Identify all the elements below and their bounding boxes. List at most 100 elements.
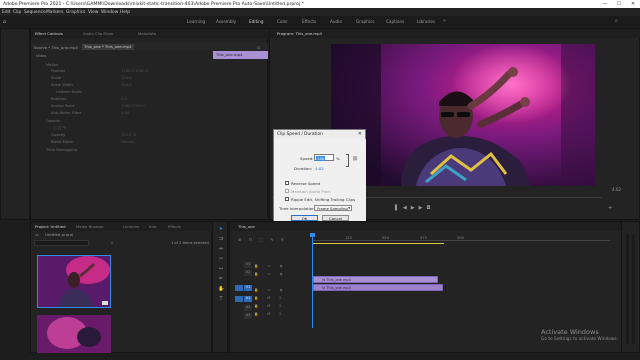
duration-value[interactable]: 4:02 <box>315 166 324 171</box>
anchor-point-value[interactable]: 1280.0 540.0 <box>121 104 146 108</box>
track-select-tool-icon[interactable]: ⇉ <box>218 236 224 242</box>
pen-tool-icon[interactable]: ✒ <box>218 276 224 282</box>
uniform-scale-row[interactable]: Uniform Scale <box>56 90 82 94</box>
speed-value: 100 <box>316 156 326 161</box>
play-icon[interactable]: ▶ <box>411 205 419 211</box>
chain-link-icon[interactable]: ⛓ <box>352 157 358 162</box>
maintain-audio-pitch-checkbox[interactable] <box>285 189 289 193</box>
clip-badge[interactable]: This_one.mp4 <box>213 51 268 59</box>
more-workspaces-icon[interactable]: » <box>443 18 446 24</box>
search-icon[interactable]: ⌕ <box>111 240 113 245</box>
track-v1-label[interactable]: V1 <box>244 285 252 291</box>
rotation-value[interactable]: 0.0 <box>121 97 127 101</box>
anti-flicker-value[interactable]: 0.00 <box>121 111 129 115</box>
audio-meter-left <box>626 234 629 344</box>
timeline-tool-icons[interactable]: ⊕ ⊓ ⬚ ✎ ⚲ <box>238 237 287 242</box>
hand-tool-icon[interactable]: ✋ <box>218 286 224 292</box>
clip-header[interactable]: This_one * This_one.mp4 <box>82 43 134 50</box>
position-value[interactable]: 1280.0 1080.0 <box>121 69 148 73</box>
source-header[interactable]: Source * This_one.mp4 <box>34 45 78 50</box>
clip-v1[interactable]: fx This_one.mp4 <box>313 276 438 283</box>
source-patch-a1[interactable] <box>235 296 243 302</box>
project-search-input[interactable] <box>34 240 89 246</box>
workspace-assembly[interactable]: Assembly <box>216 19 236 24</box>
media-thumbnail-2[interactable] <box>37 315 111 353</box>
workspace-captions[interactable]: Captions <box>386 19 404 24</box>
maximize-button[interactable]: ☐ <box>612 0 626 8</box>
time-ruler[interactable] <box>312 240 610 241</box>
workspace-graphics[interactable]: Graphics <box>356 19 375 24</box>
track-a1-label[interactable]: A1 <box>244 296 252 302</box>
reverse-speed-label: Reverse Speed <box>291 181 321 186</box>
track-v2-label[interactable]: V2 <box>244 270 252 276</box>
track-a3-label[interactable]: A3 <box>244 313 252 319</box>
scale-width-value[interactable]: 100.0 <box>121 83 132 87</box>
menu-graphics[interactable]: Graphics <box>66 10 85 15</box>
selection-tool-icon[interactable]: ➤ <box>218 226 224 232</box>
items-selected-count: 1 of 2 items selected <box>171 241 209 245</box>
time-remapping-row[interactable]: Time Remapping <box>46 148 77 152</box>
tab-effects[interactable]: Effects <box>168 224 181 229</box>
search-icon[interactable]: ⌕ <box>615 18 618 24</box>
audio-meter-panel <box>621 221 640 353</box>
scale-value[interactable]: 100.0 <box>121 76 132 80</box>
slip-tool-icon[interactable]: ↔ <box>218 266 224 272</box>
menu-help[interactable]: Help <box>120 10 130 15</box>
source-patch-v1[interactable] <box>235 285 243 291</box>
ruler-label-375: 375 <box>420 236 427 240</box>
menu-sequence[interactable]: Sequence <box>24 10 46 15</box>
workspace-bar: ⌂ Learning Assembly Editing Color Effect… <box>0 16 640 27</box>
track-a2-label[interactable]: A2 <box>244 305 252 311</box>
workspace-libraries[interactable]: Libraries <box>417 19 435 24</box>
motion-row[interactable]: Motion <box>46 63 59 67</box>
menu-edit[interactable]: Edit <box>2 10 11 15</box>
menu-window[interactable]: Window <box>101 10 118 15</box>
workspace-audio[interactable]: Audio <box>330 19 342 24</box>
track-controls[interactable]: 🔒 ▭ ◉ 🔒 ▭ ◉ 🔒 ▭ ◉ 🔒 M S 🔒 M S 🔒 M S <box>254 262 309 320</box>
blend-mode-value[interactable]: Normal <box>121 140 134 144</box>
menu-markers[interactable]: Markers <box>46 10 63 15</box>
tab-info[interactable]: Info <box>149 224 156 229</box>
timeline-tabs: This_one <box>230 222 640 231</box>
speed-input[interactable]: 100 <box>314 154 334 161</box>
tab-libraries[interactable]: Libraries <box>123 224 139 229</box>
minimize-button[interactable]: — <box>598 0 612 8</box>
ripple-edit-tool-icon[interactable]: ⇹ <box>218 246 224 252</box>
workspace-color[interactable]: Color <box>277 19 288 24</box>
type-tool-icon[interactable]: T <box>218 296 224 302</box>
track-v3-label[interactable]: V3 <box>244 262 252 268</box>
playhead-handle[interactable] <box>310 233 315 237</box>
tab-program[interactable]: Program: This_one.mp4 <box>277 31 322 36</box>
expand-icon[interactable]: ⊡ <box>257 45 260 50</box>
tab-project[interactable]: Project: Untitled <box>35 224 66 229</box>
mark-in-icon[interactable]: ▌ <box>395 205 403 211</box>
dialog-close-icon[interactable]: ✕ <box>358 131 362 137</box>
home-icon[interactable]: ⌂ <box>3 19 6 25</box>
workspace-editing[interactable]: Editing <box>249 19 264 24</box>
work-area-bar[interactable] <box>312 243 444 244</box>
opacity-value[interactable]: 100.0 % <box>121 133 136 137</box>
mask-tools-icon[interactable]: ○ □ ✎ <box>53 125 66 130</box>
step-back-icon[interactable]: ◀ <box>403 205 411 211</box>
tab-audio-clip-mixer[interactable]: Audio Clip Mixer <box>83 31 114 36</box>
media-thumbnail-selected[interactable] <box>37 255 111 308</box>
tab-metadata[interactable]: Metadata <box>138 31 156 36</box>
add-button-icon[interactable]: + <box>608 205 612 211</box>
opacity-section-row[interactable]: Opacity <box>46 119 60 123</box>
workspace-effects[interactable]: Effects <box>302 19 316 24</box>
menu-view[interactable]: View <box>88 10 98 15</box>
export-frame-icon[interactable]: ◘ <box>426 205 434 211</box>
time-interpolation-select[interactable]: Frame Sampling ▾ <box>314 205 352 211</box>
menu-clip[interactable]: Clip <box>13 10 21 15</box>
reverse-speed-checkbox[interactable] <box>285 181 289 185</box>
clip-a1[interactable]: fx This_one.mp4 <box>313 284 443 291</box>
program-video-frame[interactable] <box>331 44 595 186</box>
tab-sequence[interactable]: This_one <box>238 224 255 229</box>
close-button[interactable]: ✕ <box>626 0 640 8</box>
tab-media-browser[interactable]: Media Browser <box>76 224 104 229</box>
workspace-learning[interactable]: Learning <box>187 19 205 24</box>
razor-tool-icon[interactable]: ✂ <box>218 256 224 262</box>
ripple-edit-checkbox[interactable] <box>285 197 289 201</box>
program-scrub-value[interactable]: 4.02 <box>612 187 621 192</box>
tab-effect-controls[interactable]: Effect Controls <box>35 31 63 36</box>
